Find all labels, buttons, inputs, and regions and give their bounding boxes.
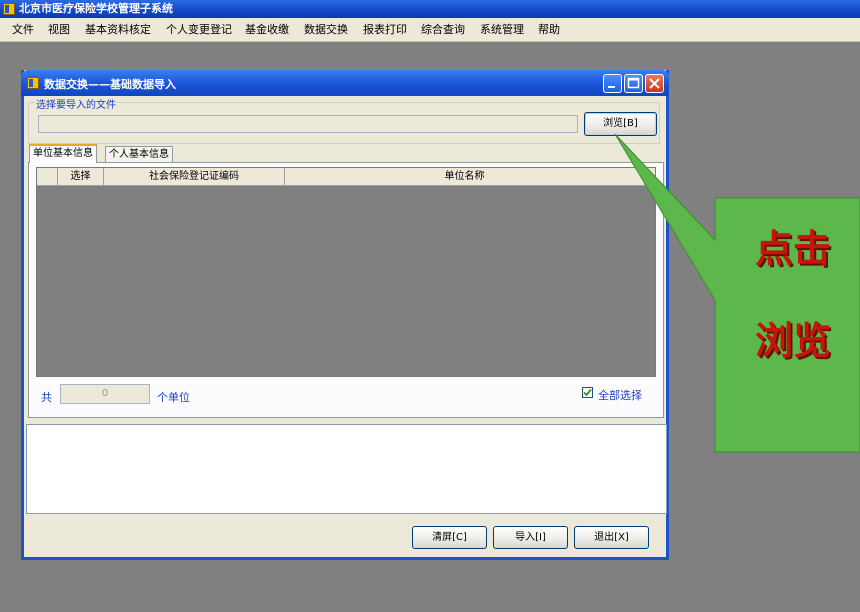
- callout-shape: [614, 133, 860, 453]
- callout-text-line2: 浏览: [755, 319, 832, 363]
- callout-text-line1: 点击: [755, 227, 832, 271]
- tab-unit-info[interactable]: 单位基本信息: [29, 144, 97, 163]
- callout-annotation: [614, 133, 860, 453]
